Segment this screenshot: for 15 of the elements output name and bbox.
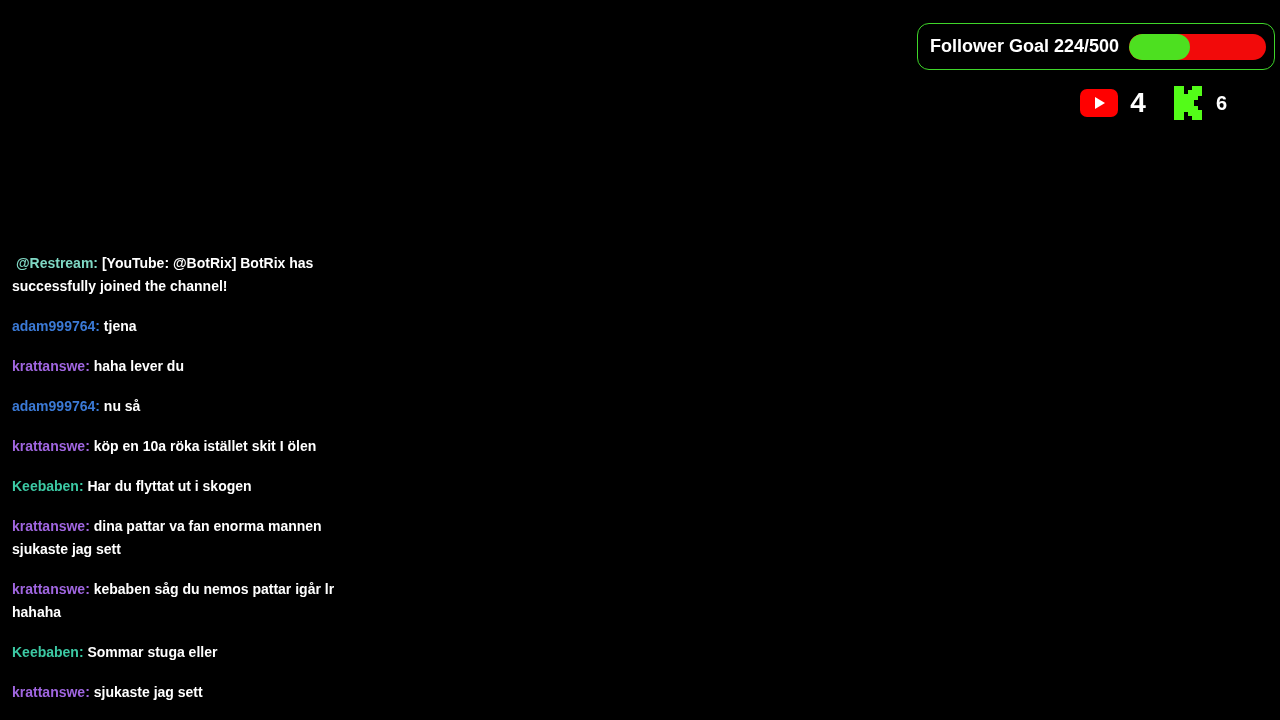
goal-label: Follower Goal 224/500 (930, 36, 1120, 57)
k-logo-icon (1173, 86, 1204, 120)
chat-message: adam999764: tjena (12, 317, 138, 336)
chat-message: krattanswe: köp en 10a röka istället skit I ölen (12, 437, 318, 456)
chat-message: krattanswe: haha lever du (12, 357, 185, 376)
chat-message: adam999764: nu så (12, 397, 142, 416)
chat-message: krattanswe: kebaben såg du nemos pattar igår lr hahaha (12, 580, 336, 622)
chat-message: @Restream: [YouTube: @BotRix] BotRix has successfully joined the channel! (12, 254, 315, 296)
viewer-count: 6 (1215, 91, 1227, 115)
chat-message: krattanswe: dina pattar va fan enorma mannen sjukaste jag sett (12, 517, 323, 559)
viewer-count: 4 (1130, 87, 1146, 119)
chat-message: krattanswe: sjukaste jag sett (12, 683, 204, 702)
play-icon (1080, 89, 1119, 117)
chat-message: Keebaben: Har du flyttat ut i skogen (12, 477, 253, 496)
chat-message: Keebaben: Sommar stuga eller (12, 643, 219, 662)
